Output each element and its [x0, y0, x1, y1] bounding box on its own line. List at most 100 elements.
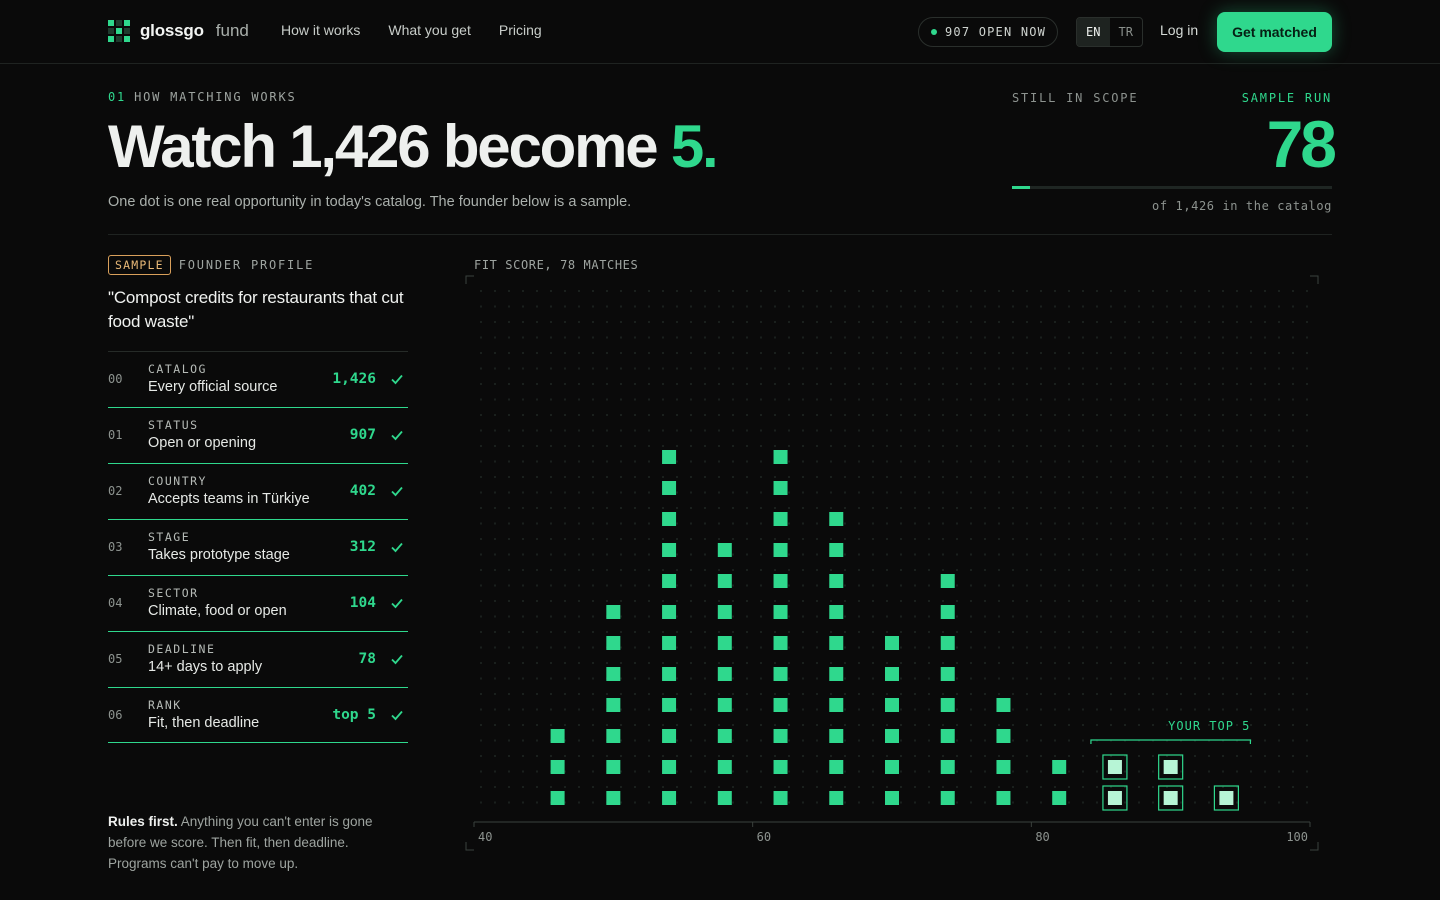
step-description: Fit, then deadline [148, 715, 260, 731]
step-caption: RANK [148, 698, 182, 712]
opportunity-dot [662, 667, 677, 681]
founder-profile-label: FOUNDER PROFILE [178, 258, 315, 272]
opportunity-dot [606, 667, 621, 681]
opportunity-dot [773, 450, 788, 464]
rules-bold: Rules first. [108, 814, 178, 829]
step-index: 04 [108, 596, 123, 610]
lang-tr[interactable]: TR [1110, 18, 1143, 46]
scope-progress-bar [1012, 186, 1332, 189]
filter-step: 00 CATALOG Every official source 1,426 [108, 351, 408, 407]
opportunity-dot [662, 574, 677, 588]
opportunity-dot [940, 667, 955, 681]
step-caption: DEADLINE [148, 642, 216, 656]
step-value: 402 [349, 483, 376, 499]
section-number: 01 [108, 90, 127, 104]
corner-bracket [465, 842, 474, 851]
brand-name: glossgo [140, 21, 204, 40]
corner-bracket [465, 275, 474, 284]
step-caption: STATUS [148, 418, 199, 432]
top-five-label: YOUR TOP 5 [1168, 719, 1250, 733]
lang-en[interactable]: EN [1077, 18, 1110, 46]
x-tick-label: 60 [757, 830, 771, 844]
opportunity-dot [940, 698, 955, 712]
opportunity-dot [885, 698, 899, 712]
nav-link-what-you-get[interactable]: What you get [388, 22, 471, 38]
step-value: 312 [349, 539, 376, 555]
opportunity-dot [773, 481, 788, 495]
opportunity-dot [550, 791, 565, 805]
opportunity-dot [606, 636, 621, 650]
opportunity-dot [773, 729, 788, 743]
opportunity-dot [773, 760, 788, 774]
corner-bracket [1310, 275, 1319, 284]
opportunity-dot [662, 636, 677, 650]
nav-link-pricing[interactable]: Pricing [499, 22, 542, 38]
opportunity-dot [606, 605, 621, 619]
section-label: HOW MATCHING WORKS [134, 90, 297, 104]
check-icon [391, 486, 403, 497]
corner-bracket [1310, 842, 1319, 851]
filter-step: 04 SECTOR Climate, food or open 104 [108, 575, 408, 631]
sample-badge: SAMPLE [108, 255, 171, 275]
x-tick-label: 40 [478, 830, 492, 844]
opportunity-dot [662, 698, 677, 712]
brand-sub: fund [215, 21, 249, 40]
opportunity-dot [996, 698, 1011, 712]
opportunity-dot [773, 791, 788, 805]
filter-step: 02 COUNTRY Accepts teams in Türkiye 402 [108, 463, 408, 519]
opportunity-dot [773, 636, 788, 650]
top-match-dot [1163, 791, 1178, 805]
login-link[interactable]: Log in [1160, 22, 1198, 38]
opportunity-dot [717, 729, 732, 743]
open-now-text: 907 OPEN NOW [945, 25, 1047, 39]
headline-accent: 5. [670, 113, 719, 180]
get-matched-button[interactable]: Get matched [1217, 12, 1332, 52]
opportunity-dot [606, 760, 621, 774]
opportunity-dot [606, 729, 621, 743]
opportunity-dot [885, 729, 899, 743]
opportunity-dot [606, 698, 621, 712]
rules-note: Rules first. Anything you can't enter is… [108, 811, 408, 874]
opportunity-dot [662, 791, 677, 805]
step-value: top 5 [332, 707, 376, 723]
nav-link-how-it-works[interactable]: How it works [281, 22, 360, 38]
step-value: 78 [358, 651, 376, 667]
check-icon [391, 710, 403, 721]
logo-grid-icon [108, 20, 130, 42]
opportunity-dot [829, 698, 844, 712]
opportunity-dot [885, 667, 899, 681]
brand-logo[interactable]: glossgo fund [108, 20, 249, 42]
opportunity-dot [662, 450, 677, 464]
step-value: 1,426 [332, 371, 376, 387]
profile-header: SAMPLE FOUNDER PROFILE [108, 255, 314, 275]
opportunity-dot [606, 791, 621, 805]
opportunity-dot [940, 636, 955, 650]
opportunity-dot [662, 543, 677, 557]
opportunity-dot [885, 636, 899, 650]
step-index: 00 [108, 372, 123, 386]
opportunity-dot [662, 729, 677, 743]
opportunity-dot [662, 481, 677, 495]
step-value: 104 [349, 595, 376, 611]
section-kicker: 01 HOW MATCHING WORKS [108, 90, 297, 104]
check-icon [391, 598, 403, 609]
opportunity-dot [717, 791, 732, 805]
page-title: Watch 1,426 become 5. [108, 112, 719, 181]
catalog-total: of 1,426 in the catalog [1152, 199, 1332, 213]
step-index: 05 [108, 652, 123, 666]
filter-step: 05 DEADLINE 14+ days to apply 78 [108, 631, 408, 687]
opportunity-dot [717, 543, 732, 557]
x-tick-label: 100 [1286, 830, 1308, 844]
x-tick-label: 80 [1035, 830, 1049, 844]
opportunity-dot [773, 543, 788, 557]
opportunity-dot [662, 605, 677, 619]
opportunity-dot [829, 605, 844, 619]
opportunity-dot [829, 729, 844, 743]
opportunity-dot [829, 636, 844, 650]
opportunity-dot [550, 729, 565, 743]
opportunity-dot [773, 667, 788, 681]
check-icon [391, 430, 403, 441]
step-caption: CATALOG [148, 362, 207, 376]
filter-steps: 00 CATALOG Every official source 1,426 0… [108, 351, 408, 743]
scope-progress-fill [1012, 186, 1030, 189]
